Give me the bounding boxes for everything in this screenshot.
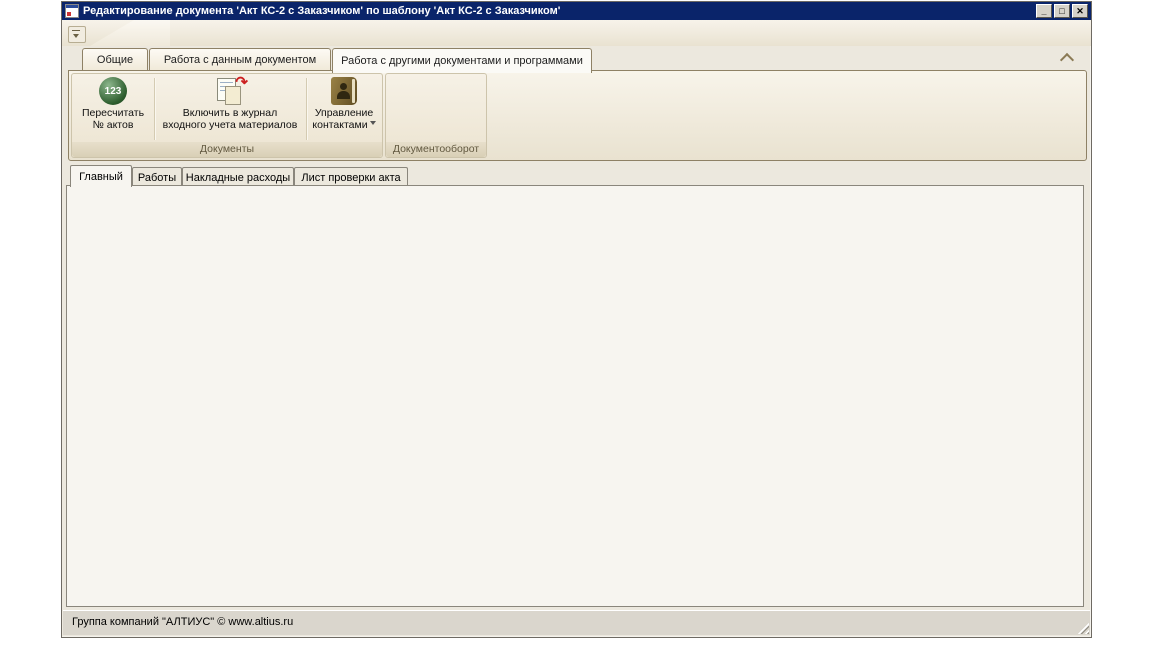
tab-page-glavny bbox=[66, 185, 1084, 607]
recalc-123-icon: 123 bbox=[99, 77, 127, 105]
contacts-dropdown-icon bbox=[370, 121, 376, 128]
resize-grip[interactable] bbox=[1076, 621, 1089, 634]
status-text: Группа компаний "АЛТИУС" © www.altius.ru bbox=[72, 616, 293, 628]
ribbon-tab-strip: Общие Работа с данным документом Работа … bbox=[62, 46, 1091, 70]
ribbon-tab-drugimi-dokumentami[interactable]: Работа с другими документами и программа… bbox=[332, 48, 592, 73]
manage-contacts-button[interactable]: Управление контактами bbox=[308, 75, 380, 141]
address-book-icon bbox=[331, 77, 357, 105]
tab-glavny[interactable]: Главный bbox=[70, 165, 132, 187]
title-bar: Редактирование документа 'Акт КС-2 с Зак… bbox=[62, 2, 1091, 20]
quick-access-toolbar bbox=[62, 20, 1091, 46]
window-title: Редактирование документа 'Акт КС-2 с Зак… bbox=[83, 5, 560, 17]
tab-raboty[interactable]: Работы bbox=[132, 167, 182, 187]
journal-label-line1: Включить в журнал bbox=[183, 107, 277, 119]
ribbon-group-docflow: Документооборот bbox=[385, 73, 487, 158]
recalc-label-line2: № актов bbox=[93, 119, 134, 131]
documents-copy-icon: ↷ bbox=[214, 77, 246, 107]
contacts-label-line1: Управление bbox=[315, 107, 373, 119]
tab-list-proverki-akta[interactable]: Лист проверки акта bbox=[294, 167, 408, 187]
journal-label-line2: входного учета материалов bbox=[163, 119, 298, 131]
qat-tail-shape bbox=[90, 20, 170, 46]
close-button[interactable]: ✕ bbox=[1072, 4, 1088, 18]
minimize-button[interactable]: _ bbox=[1036, 4, 1052, 18]
group-label-documents: Документы bbox=[72, 142, 382, 157]
ribbon-tab-obshchie[interactable]: Общие bbox=[82, 48, 148, 71]
contacts-label-line2: контактами bbox=[312, 119, 375, 131]
ribbon-body: 123 Пересчитать № актов ↷ Включить в жур… bbox=[68, 70, 1087, 161]
ribbon-tab-dannym-dokumentom[interactable]: Работа с данным документом bbox=[149, 48, 331, 71]
recalc-label-line1: Пересчитать bbox=[82, 107, 144, 119]
recalc-act-numbers-button[interactable]: 123 Пересчитать № актов bbox=[74, 75, 152, 141]
ribbon-group-documents: 123 Пересчитать № актов ↷ Включить в жур… bbox=[71, 73, 383, 158]
maximize-button[interactable]: □ bbox=[1054, 4, 1070, 18]
app-window: Редактирование документа 'Акт КС-2 с Зак… bbox=[61, 1, 1092, 638]
include-in-materials-journal-button[interactable]: ↷ Включить в журнал входного учета матер… bbox=[156, 75, 304, 141]
group-label-docflow: Документооборот bbox=[386, 142, 486, 157]
tab-nakladnye-rashody[interactable]: Накладные расходы bbox=[182, 167, 294, 187]
status-bar: Группа компаний "АЛТИУС" © www.altius.ru bbox=[63, 610, 1090, 635]
app-icon bbox=[65, 4, 79, 18]
qat-overflow-button[interactable] bbox=[68, 26, 86, 43]
